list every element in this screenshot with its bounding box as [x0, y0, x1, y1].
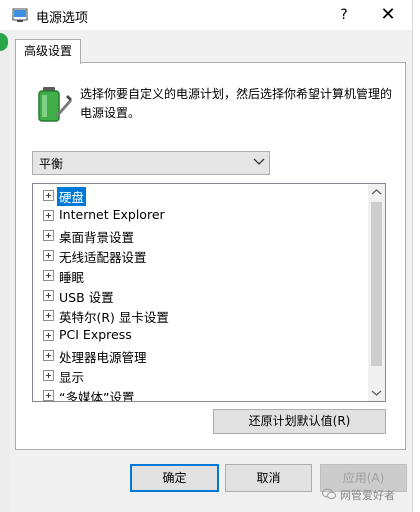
tree-item-pci-express[interactable]: PCI Express: [33, 325, 367, 345]
tree-item-label: Internet Explorer: [59, 207, 165, 222]
tab-advanced-settings[interactable]: 高级设置: [15, 39, 81, 64]
tree-item-internet-explorer[interactable]: Internet Explorer: [33, 205, 367, 225]
tree-item-usb[interactable]: USB 设置: [33, 285, 367, 305]
title-bar: 电源选项 ? ✕: [0, 0, 412, 30]
power-options-icon: [12, 8, 28, 22]
tree-item-hard-disk[interactable]: 硬盘: [33, 185, 367, 206]
tree-item-wireless-adapter[interactable]: 无线适配器设置: [33, 245, 367, 265]
tree-item-desktop-background[interactable]: 桌面背景设置: [33, 225, 367, 245]
expand-icon[interactable]: [43, 330, 54, 341]
expand-icon[interactable]: [43, 230, 54, 241]
scroll-up-icon[interactable]: [368, 184, 385, 201]
tree-item-processor-power[interactable]: 处理器电源管理: [33, 345, 367, 365]
tree-item-label: PCI Express: [59, 327, 132, 342]
wechat-icon: [322, 488, 336, 500]
background-window-edge-right: [412, 0, 420, 512]
expand-icon[interactable]: [43, 270, 54, 281]
expand-icon[interactable]: [43, 290, 54, 301]
expand-icon[interactable]: [43, 370, 54, 381]
help-button[interactable]: ?: [334, 4, 354, 26]
tree-item-label: USB 设置: [59, 290, 114, 305]
power-plan-dropdown[interactable]: 平衡: [32, 151, 270, 175]
tree-item-label: “多媒体”设置: [59, 390, 135, 402]
window-title: 电源选项: [36, 11, 89, 26]
tree-item-label: 无线适配器设置: [59, 250, 147, 265]
close-button[interactable]: ✕: [376, 4, 400, 26]
tree-item-display[interactable]: 显示: [33, 365, 367, 385]
battery-icon: [38, 87, 72, 122]
tree-item-multimedia[interactable]: “多媒体”设置: [33, 385, 367, 402]
tree-item-label: 处理器电源管理: [59, 350, 147, 365]
chevron-down-icon: [253, 158, 265, 165]
tree-scrollbar[interactable]: [368, 184, 385, 401]
restore-defaults-button[interactable]: 还原计划默认值(R): [213, 409, 386, 434]
tree-item-label: 睡眠: [59, 270, 85, 285]
background-window-edge: [0, 30, 9, 512]
expand-icon[interactable]: [43, 310, 54, 321]
watermark: 网管爱好者: [322, 485, 412, 505]
expand-icon[interactable]: [43, 210, 54, 221]
scroll-down-icon[interactable]: [368, 384, 385, 401]
scroll-thumb[interactable]: [371, 202, 382, 366]
description-text: 选择你要自定义的电源计划，然后选择你希望计算机管理的电源设置。: [80, 87, 393, 120]
tree-item-intel-graphics[interactable]: 英特尔(R) 显卡设置: [33, 305, 367, 325]
power-plan-value: 平衡: [39, 157, 64, 171]
expand-icon[interactable]: [43, 350, 54, 361]
tree-item-label: 硬盘: [57, 187, 87, 206]
settings-tree[interactable]: 硬盘 Internet Explorer 桌面背景设置 无线适配器设置 睡眠 U…: [32, 183, 386, 402]
expand-icon[interactable]: [43, 190, 54, 201]
expand-icon[interactable]: [43, 250, 54, 261]
tree-item-sleep[interactable]: 睡眠: [33, 265, 367, 285]
tree-item-label: 显示: [59, 370, 85, 385]
tree-item-label: 英特尔(R) 显卡设置: [59, 310, 169, 325]
cancel-button[interactable]: 取消: [225, 464, 312, 492]
expand-icon[interactable]: [43, 390, 54, 401]
ok-button[interactable]: 确定: [130, 464, 219, 492]
tree-item-label: 桌面背景设置: [59, 230, 135, 245]
watermark-text: 网管爱好者: [340, 489, 395, 502]
